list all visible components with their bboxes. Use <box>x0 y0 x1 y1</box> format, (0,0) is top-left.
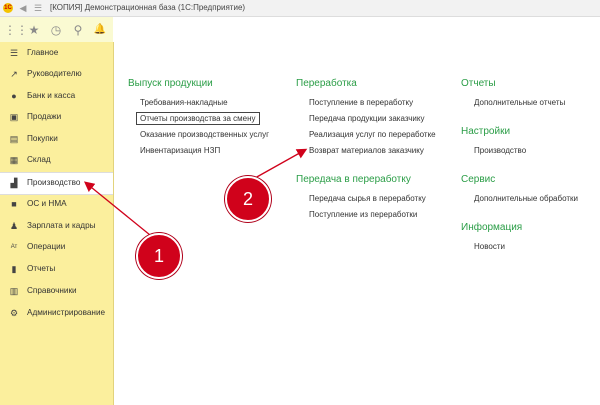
link-otchety-smena[interactable]: Отчеты производства за смену <box>136 112 260 125</box>
step-badge-2: 2 <box>225 176 271 222</box>
sidebar-item-label: Руководителю <box>27 69 82 78</box>
link-trebovaniya[interactable]: Требования-накладные <box>140 98 228 107</box>
link-postuplenie-v-pererabotku[interactable]: Поступление в переработку <box>309 98 413 107</box>
link-dop-obrabotki[interactable]: Дополнительные обработки <box>474 194 578 203</box>
sidebar-item-pokupki[interactable]: ▤ Покупки <box>0 129 113 150</box>
book-icon: ▥ <box>9 286 19 296</box>
section-title-pererabotka: Переработка <box>296 78 357 89</box>
link-vozvrat-materialov[interactable]: Возврат материалов заказчику <box>309 146 424 155</box>
main-content: Выпуск продукции Требования-накладные От… <box>114 17 600 405</box>
sidebar-item-otchety[interactable]: ▮ Отчеты <box>0 259 113 280</box>
sidebar-item-os-nma[interactable]: ■ ОС и НМА <box>0 194 113 215</box>
link-realizaciya-uslug[interactable]: Реализация услуг по переработке <box>309 130 436 139</box>
step-badge-1: 1 <box>136 233 182 279</box>
sidebar-item-label: Банк и касса <box>27 91 76 100</box>
truck-icon: ■ <box>11 199 17 209</box>
sidebar-item-label: Главное <box>27 48 59 57</box>
link-dop-otchety[interactable]: Дополнительные отчеты <box>474 98 565 107</box>
app-logo: 1С <box>3 3 13 13</box>
operations-icon: Ат <box>10 244 18 250</box>
sidebar-item-label: Справочники <box>27 286 77 295</box>
sidebar-item-operacii[interactable]: Ат Операции <box>0 237 113 258</box>
link-okazanie-uslug[interactable]: Оказание производственных услуг <box>140 130 269 139</box>
window-menu-icon[interactable]: ☰ <box>31 2 45 14</box>
people-icon: ♟ <box>9 221 19 231</box>
sidebar-item-prodazhi[interactable]: ▣ Продажи <box>0 107 113 128</box>
sidebar-item-label: ОС и НМА <box>27 199 67 208</box>
menu-lines-icon: ☰ <box>9 48 19 58</box>
star-icon[interactable]: ★ <box>26 22 42 38</box>
link-postuplenie-iz-pererabotki[interactable]: Поступление из переработки <box>309 210 417 219</box>
sidebar-item-glavnoe[interactable]: ☰ Главное <box>0 43 113 64</box>
sidebar-item-label: Покупки <box>27 134 58 143</box>
sidebar-item-label: Зарплата и кадры <box>27 221 96 230</box>
sidebar-item-bank[interactable]: ● Банк и касса <box>0 86 113 107</box>
link-peredacha-syrya[interactable]: Передача сырья в переработку <box>309 194 426 203</box>
section-title-nastroyki: Настройки <box>461 126 511 137</box>
factory-icon: ▟ <box>10 178 18 188</box>
section-title-otchety: Отчеты <box>461 78 496 89</box>
warehouse-icon: ▦ <box>9 155 19 165</box>
section-title-servis: Сервис <box>461 174 496 185</box>
link-novosti[interactable]: Новости <box>474 242 505 251</box>
apps-grid-icon[interactable]: ⋮⋮ <box>4 22 28 38</box>
link-inventarizaciya[interactable]: Инвентаризация НЗП <box>140 146 220 155</box>
sidebar-item-label: Администрирование <box>27 308 106 317</box>
sidebar-item-proizvodstvo[interactable]: ▟ Производство <box>0 172 113 195</box>
sidebar-item-label: Отчеты <box>27 264 56 273</box>
sidebar-item-label: Операции <box>27 242 66 251</box>
sidebar-item-administrirovanie[interactable]: ⚙ Администрирование <box>0 303 113 324</box>
trend-chart-icon: ↗ <box>10 69 18 79</box>
history-icon[interactable]: ◷ <box>48 22 64 38</box>
top-toolbar: ⋮⋮ ★ ◷ ⚲ 🔔 <box>0 17 113 43</box>
bar-chart-icon: ▮ <box>11 264 17 274</box>
sidebar-item-label: Производство <box>27 178 81 187</box>
sidebar: ☰ Главное ↗ Руководителю ● Банк и касса … <box>0 42 114 405</box>
cart-icon: ▣ <box>9 112 19 122</box>
link-peredacha-produkcii[interactable]: Передача продукции заказчику <box>309 114 424 123</box>
section-title-vypusk: Выпуск продукции <box>128 78 213 89</box>
sidebar-item-sklad[interactable]: ▦ Склад <box>0 150 113 171</box>
basket-icon: ▤ <box>9 134 19 144</box>
sidebar-item-rukovoditelyu[interactable]: ↗ Руководителю <box>0 64 113 85</box>
search-icon[interactable]: ⚲ <box>70 22 86 38</box>
sidebar-item-label: Продажи <box>27 112 62 121</box>
window-title: [КОПИЯ] Демонстрационная база (1С:Предпр… <box>50 3 246 12</box>
section-title-peredacha: Передача в переработку <box>296 174 411 185</box>
title-bar: 1С ◀ ☰ [КОПИЯ] Демонстрационная база (1С… <box>0 0 600 17</box>
section-title-informaciya: Информация <box>461 222 523 233</box>
link-proizvodstvo-settings[interactable]: Производство <box>474 146 526 155</box>
bell-icon[interactable]: 🔔 <box>92 22 108 38</box>
gear-icon: ⚙ <box>9 308 19 318</box>
coin-icon: ● <box>11 91 17 101</box>
back-icon[interactable]: ◀ <box>16 2 30 14</box>
sidebar-item-spravochniki[interactable]: ▥ Справочники <box>0 281 113 302</box>
sidebar-item-zarplata[interactable]: ♟ Зарплата и кадры <box>0 216 113 237</box>
sidebar-item-label: Склад <box>27 155 51 164</box>
